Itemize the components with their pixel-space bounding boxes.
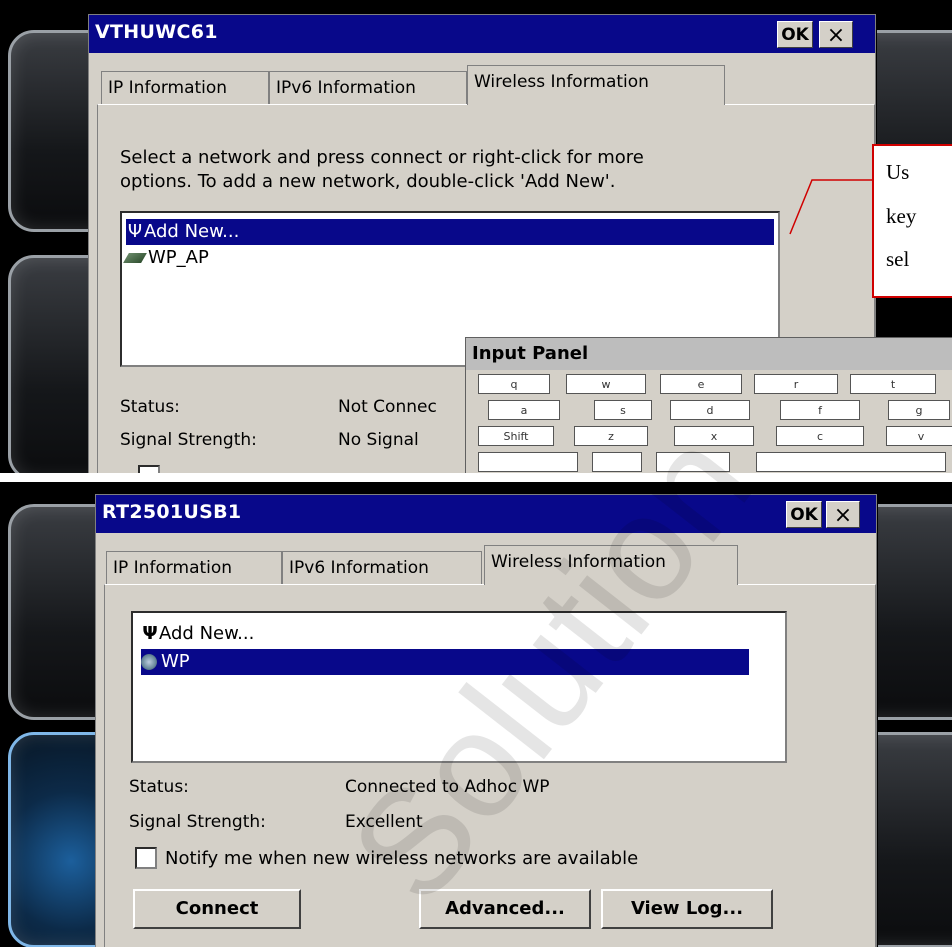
key-w[interactable]: w [566,374,646,394]
ok-button[interactable]: OK [786,501,822,528]
dialog-title: VTHUWC61 [95,21,218,43]
instructions-line-1: Select a network and press connect or ri… [120,147,644,168]
tab-wireless-information[interactable]: Wireless Information [467,65,725,105]
tab-wireless-information[interactable]: Wireless Information [484,545,738,585]
close-button[interactable]: × [819,21,853,48]
status-value: Not Connec [338,397,437,417]
key-q[interactable]: q [478,374,550,394]
key-partial[interactable] [478,452,578,472]
wireless-card-icon [123,253,147,263]
callout-line: Us [886,160,910,184]
tab-ip-information[interactable]: IP Information [101,71,269,105]
key-x[interactable]: x [674,426,754,446]
list-item-label: Add New... [144,221,240,242]
status-value: Connected to Adhoc WP [345,777,550,797]
key-partial[interactable] [592,452,642,472]
instructions-line-2: options. To add a new network, double-cl… [120,171,616,192]
key-e[interactable]: e [660,374,742,394]
list-item-add-new[interactable]: ΨAdd New... [141,621,254,647]
close-button[interactable]: × [826,501,860,528]
list-item-label: Add New... [159,623,255,644]
signal-strength-label: Signal Strength: [120,430,257,450]
list-item-label: WP [161,651,190,672]
antenna-icon: Ψ [127,221,143,242]
key-space[interactable] [756,452,946,472]
signal-strength-value: No Signal [338,430,419,450]
notify-checkbox[interactable] [135,847,157,869]
tab-ipv6-information[interactable]: IPv6 Information [269,71,467,105]
wireless-dialog: RT2501USB1 OK × IP Information IPv6 Info… [95,494,877,947]
ok-button[interactable]: OK [777,21,813,48]
tab-body: ΨAdd New... WP Status: Connected to Adho… [104,584,876,947]
key-s[interactable]: s [594,400,652,420]
notify-label: Notify me when new wireless networks are… [165,848,639,869]
signal-strength-label: Signal Strength: [129,812,266,832]
network-list[interactable]: ΨAdd New... WP [131,611,787,763]
antenna-icon: Ψ [142,623,158,644]
annotation-callout: Us key sel [872,144,952,298]
bottom-screenshot-panel: RT2501USB1 OK × IP Information IPv6 Info… [0,482,952,947]
list-item-add-new[interactable]: ΨAdd New... [126,219,774,245]
key-d[interactable]: d [670,400,750,420]
view-log-button[interactable]: View Log... [601,889,773,929]
status-label: Status: [120,397,180,417]
input-panel-title: Input Panel [466,338,952,370]
callout-line: key [886,204,917,228]
status-label: Status: [129,777,189,797]
dialog-title: RT2501USB1 [102,501,242,523]
advanced-button[interactable]: Advanced... [419,889,591,929]
tab-ip-information[interactable]: IP Information [106,551,282,585]
key-t[interactable]: t [850,374,936,394]
list-item-label: WP_AP [148,247,209,268]
list-item-wp[interactable]: WP [141,649,749,675]
input-panel: Input Panel q w e r t a s d f g Shift z … [465,337,952,473]
top-screenshot-panel: VTHUWC61 OK × IP Information IPv6 Inform… [0,0,952,473]
signal-strength-value: Excellent [345,812,423,832]
key-z[interactable]: z [574,426,648,446]
connect-button[interactable]: Connect [133,889,301,929]
list-item-wp-ap[interactable]: WP_AP [123,245,209,271]
callout-line: sel [886,247,910,271]
adhoc-network-icon [141,654,157,670]
notify-checkbox[interactable] [138,465,160,473]
tab-ipv6-information[interactable]: IPv6 Information [282,551,482,585]
key-a[interactable]: a [488,400,560,420]
key-c[interactable]: c [776,426,864,446]
key-f[interactable]: f [780,400,860,420]
key-v[interactable]: v [886,426,952,446]
dialog-titlebar: RT2501USB1 OK × [96,495,876,533]
key-g[interactable]: g [888,400,950,420]
key-partial[interactable] [656,452,730,472]
key-r[interactable]: r [754,374,838,394]
key-shift[interactable]: Shift [478,426,554,446]
dialog-titlebar: VTHUWC61 OK × [89,15,875,53]
